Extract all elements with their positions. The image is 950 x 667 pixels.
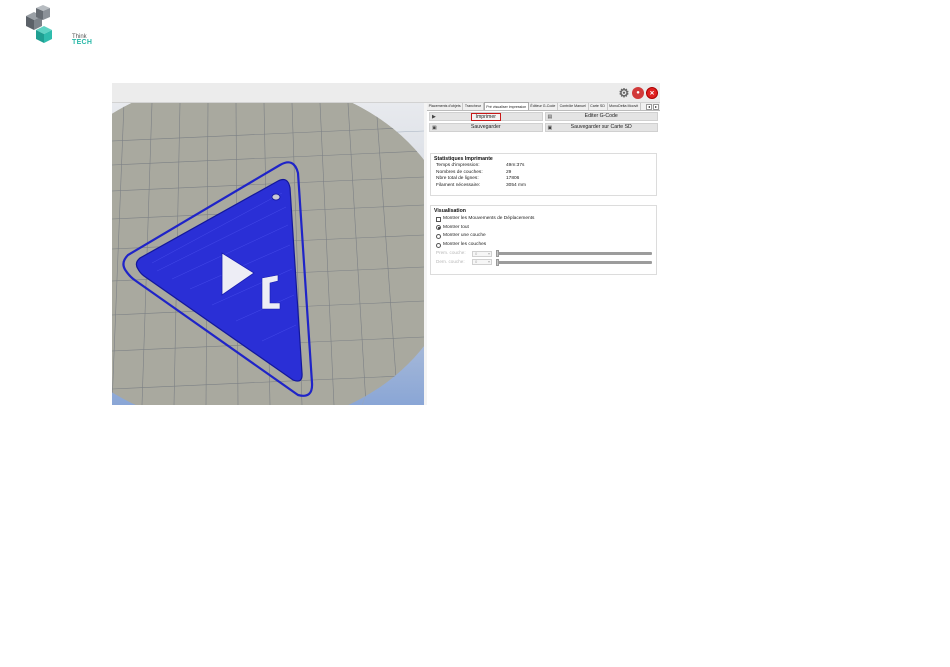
toolbar-icons: ⚙ ● ✕ [618,86,658,100]
repetier-window: ⚙ ● ✕ Placements d'objets Trancheur Pré … [112,83,660,405]
first-layer-slider[interactable] [496,250,652,258]
thinktech-logo: Think TECH [22,4,92,46]
tab-print-preview[interactable]: Pré visualiser impression [483,102,529,110]
last-layer-slider[interactable] [496,258,652,266]
last-layer-label: Dern. couche: [436,258,465,264]
stop-icon[interactable]: ● [632,87,644,99]
edit-document-icon: ▤ [547,114,553,120]
edit-gcode-button[interactable]: ▤ Editer G-Code [544,112,658,121]
show-moves-label: Montrer les Mouvements de Déplacements [443,216,535,221]
play-icon: ▶ [432,114,436,120]
tab-bar: Placements d'objets Trancheur Pré visual… [427,102,660,111]
logo-cubes-icon [26,5,52,43]
print-button[interactable]: ▶ Imprimer [429,112,543,121]
save-sd-label: Sauvegarder sur Carte SD [570,124,632,130]
toolbar: ⚙ ● ✕ [112,83,660,103]
first-layer-label: Prem. couche: [436,250,466,256]
print-stats-title: Statistiques Imprimante [434,156,493,162]
show-layers-option[interactable]: Montrer les couches [431,241,656,250]
visualisation-group: Visualisation Montrer les Mouvements de … [430,205,657,275]
last-layer-spinbox[interactable]: 0 [472,259,492,266]
save-label: Sauvegarder [470,124,501,130]
last-layer-slider-handle[interactable] [496,258,499,266]
show-layers-label: Montrer les couches [443,241,487,247]
show-moves-checkbox[interactable] [436,216,441,222]
sd-card-icon: ▣ [547,125,553,131]
stat-value: 3054 mm [506,182,526,188]
show-one-layer-option[interactable]: Montrer une couche [431,232,656,241]
stat-row: Temps d'impression: 49m:37s [431,163,656,170]
print-button-label: Imprimer [470,113,501,121]
save-icon: ▣ [432,125,437,131]
button-row-2: ▣ Sauvegarder ▣ Sauvegarder sur Carte SD [429,123,658,132]
save-sd-button[interactable]: ▣ Sauvegarder sur Carte SD [544,123,658,132]
tab-scroll-arrows: ◂ ▸ [646,104,659,110]
gear-icon[interactable]: ⚙ [618,86,630,100]
show-one-layer-radio[interactable] [436,233,441,239]
logo-brand-tech: TECH [72,39,93,46]
stat-label: Filament nécessaire: [436,182,481,188]
stat-label: Nbre total de lignes: [436,176,479,182]
stat-label: Temps d'impression: [436,163,480,168]
stat-row: Nbre total de lignes: 17806 [431,176,656,183]
show-all-radio[interactable] [436,225,441,231]
tab-slicer[interactable]: Trancheur [463,103,484,110]
emergency-stop-icon[interactable]: ✕ [646,87,658,99]
edit-gcode-label: Editer G-Code [584,113,618,119]
preview-panel: Placements d'objets Trancheur Pré visual… [427,102,660,405]
show-moves-option[interactable]: Montrer les Mouvements de Déplacements [431,215,656,224]
visualisation-title: Visualisation [434,208,466,214]
tab-manual-control[interactable]: Contrôle Manuel [558,103,589,110]
tab-monodelta[interactable]: MonoDelta Moovit [608,103,641,110]
first-layer-spinbox[interactable]: 0 [472,250,492,257]
first-layer-slider-handle[interactable] [496,250,499,258]
logo-wordmark: Think TECH [72,34,92,46]
first-layer-row: Prem. couche: 0 [431,249,656,258]
show-layers-radio[interactable] [436,242,441,248]
tab-sd-card[interactable]: Carte SD [589,103,608,110]
tab-scroll-right-icon[interactable]: ▸ [653,104,659,110]
stat-value: 17806 [506,176,520,182]
show-all-label: Montrer tout [443,224,469,230]
show-one-layer-label: Montrer une couche [443,233,486,239]
print-stats-group: Statistiques Imprimante Temps d'impressi… [430,153,657,196]
show-all-option[interactable]: Montrer tout [431,224,656,233]
stat-row: Filament nécessaire: 3054 mm [431,183,656,190]
tab-scroll-left-icon[interactable]: ◂ [646,104,652,110]
button-row-1: ▶ Imprimer ▤ Editer G-Code [429,112,658,121]
save-button[interactable]: ▣ Sauvegarder [429,123,543,132]
last-layer-row: Dern. couche: 0 [431,258,656,267]
tab-object-placement[interactable]: Placements d'objets [427,103,464,110]
3d-preview-viewport[interactable] [112,103,424,405]
tab-gcode-editor[interactable]: Éditeur G-Code [529,103,558,110]
stat-value: 49m:37s [506,163,525,168]
